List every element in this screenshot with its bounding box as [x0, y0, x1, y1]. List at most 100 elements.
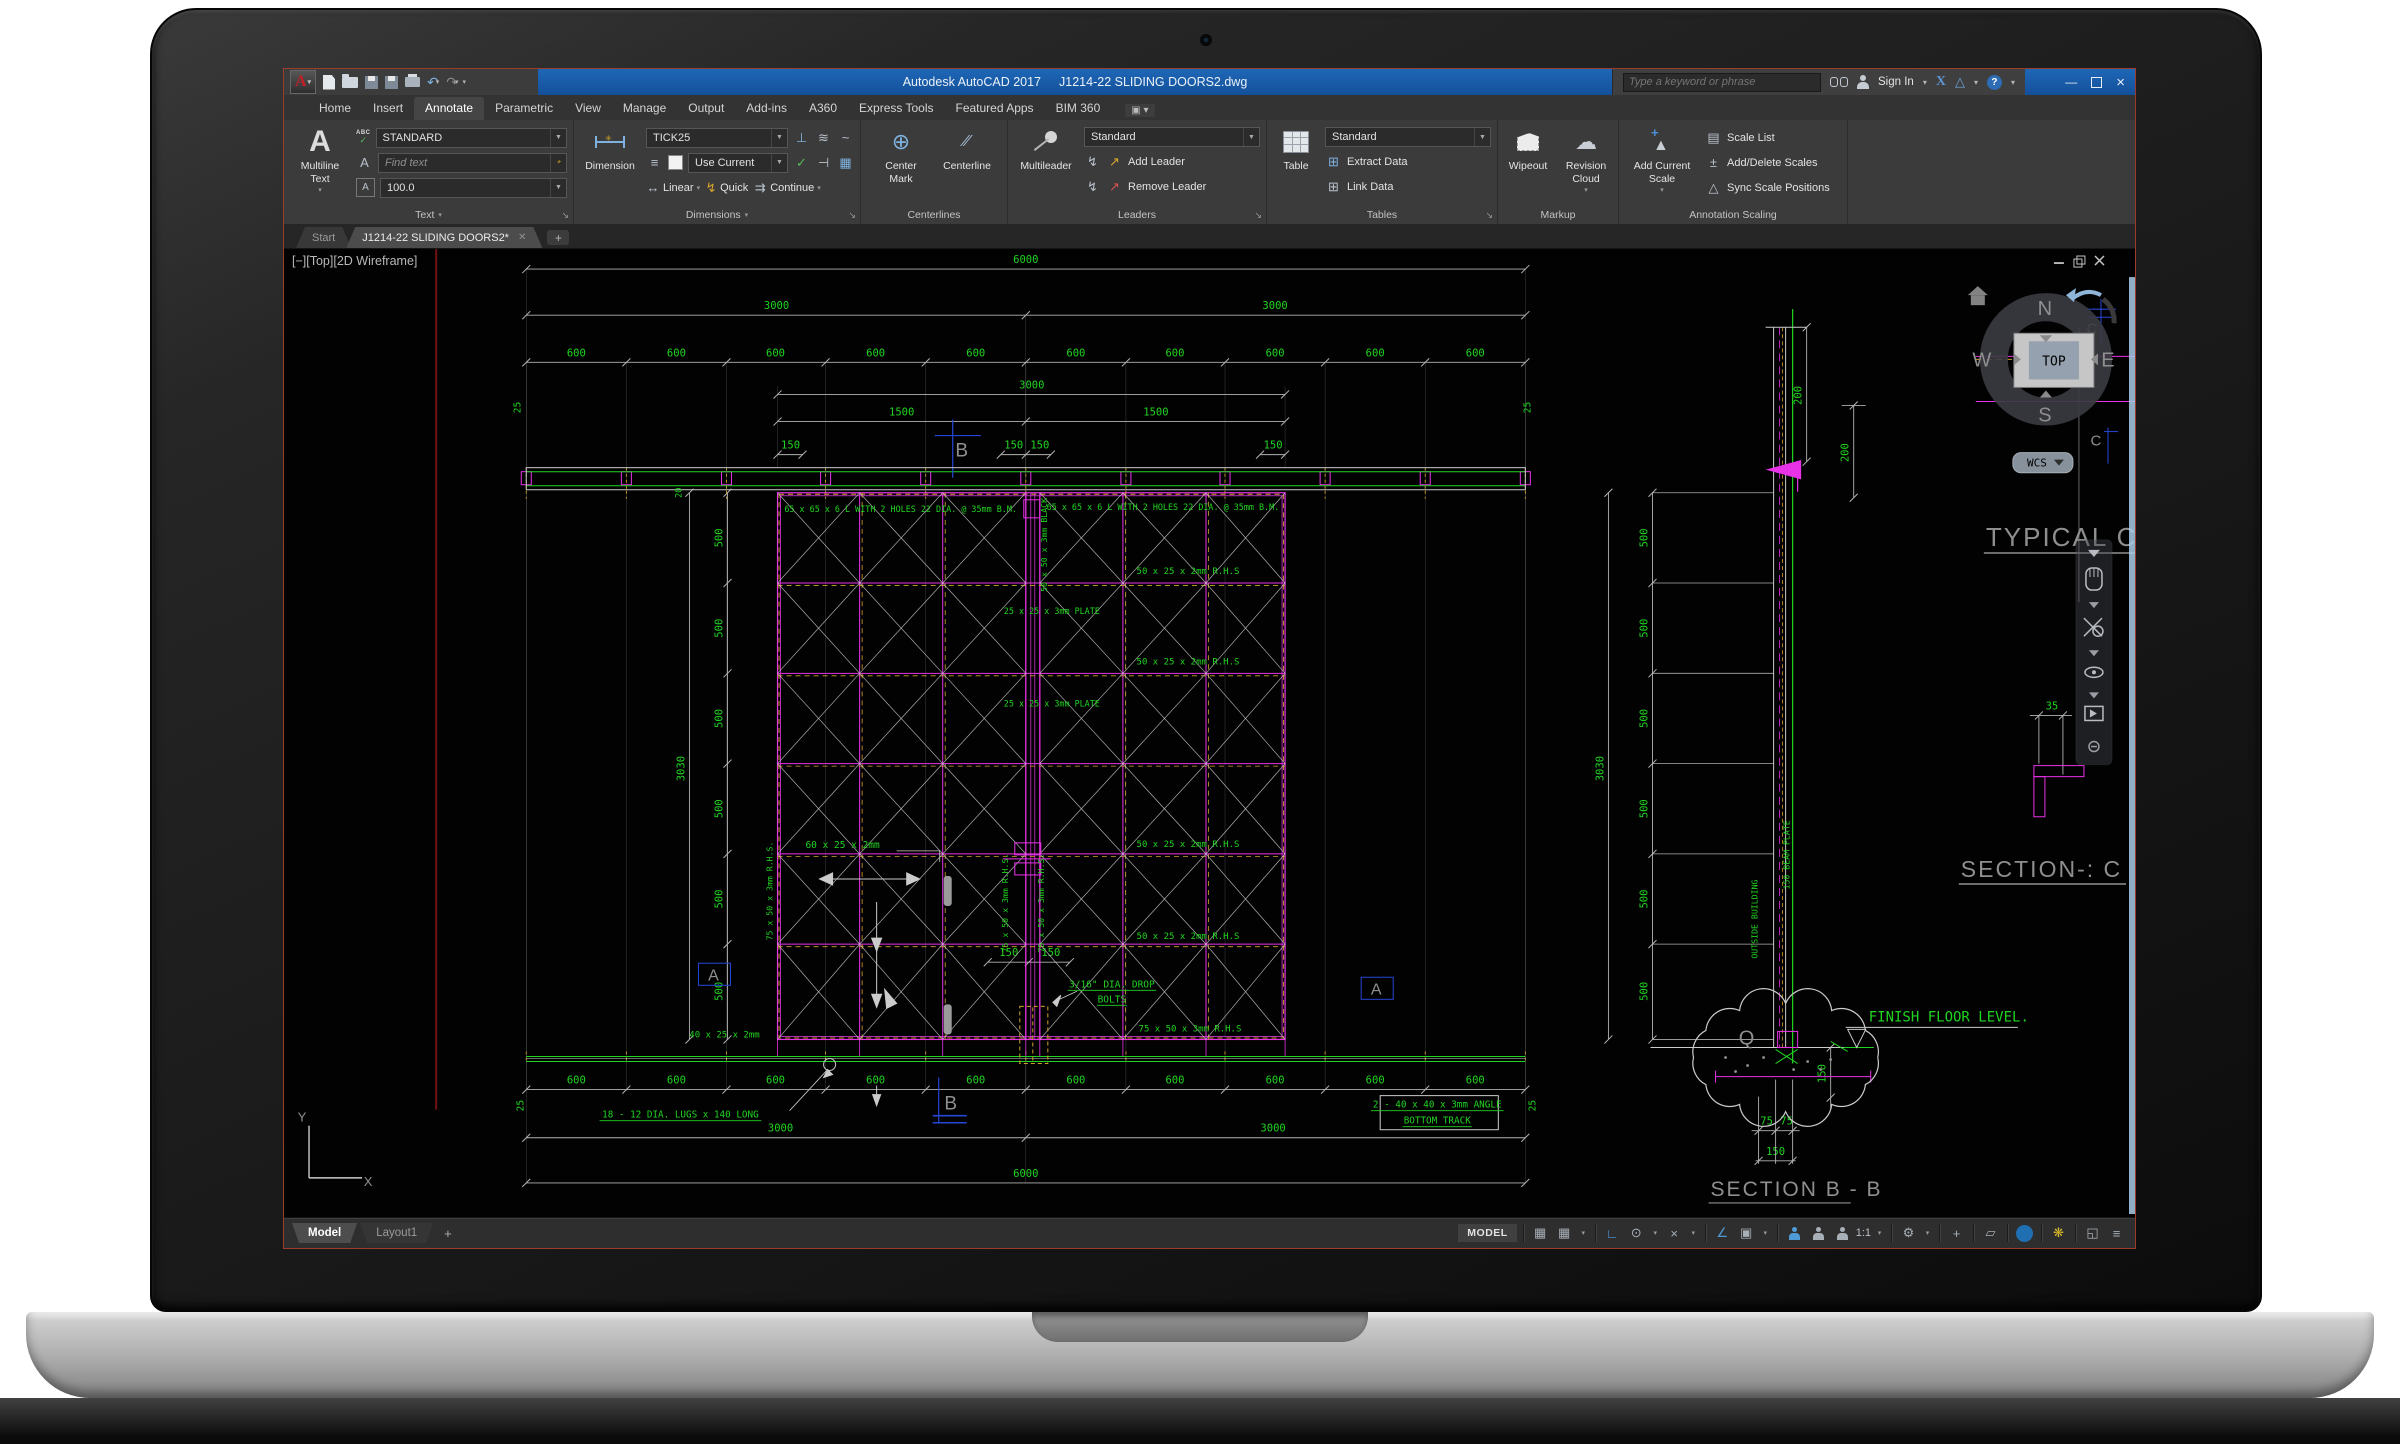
layout1-tab[interactable]: Layout1: [360, 1223, 433, 1243]
leader-collect-icon[interactable]: ↯: [1084, 153, 1101, 170]
grid-dropdown-icon[interactable]: ▾: [1578, 1223, 1589, 1244]
model-tab[interactable]: Model: [292, 1223, 357, 1243]
help-icon[interactable]: ?: [1986, 74, 2002, 90]
tab-addins[interactable]: Add-ins: [735, 97, 798, 120]
object-snap-icon[interactable]: ∠: [1712, 1223, 1733, 1244]
plot-icon[interactable]: [405, 73, 420, 91]
revision-cloud-button[interactable]: ☁ Revision Cloud ▾: [1560, 124, 1612, 205]
leaders-panel-caption[interactable]: Leaders ↘: [1008, 205, 1266, 224]
workspace-gear-icon[interactable]: ⚙: [1898, 1223, 1919, 1244]
osnap-dropdown-icon[interactable]: ▾: [1760, 1223, 1771, 1244]
continue-dim-button[interactable]: ⇉ Continue ▾: [753, 179, 821, 196]
table-style-combo[interactable]: Standard ▼: [1325, 127, 1491, 147]
scale-list-button[interactable]: ▤ Scale List: [1705, 127, 1841, 148]
multileader-button[interactable]: Multileader: [1014, 124, 1078, 205]
tables-panel-caption[interactable]: Tables ↘: [1267, 205, 1497, 224]
remove-leader-button[interactable]: ↯ ↗ Remove Leader: [1084, 176, 1260, 197]
spell-check-icon[interactable]: ABC ✓: [356, 130, 371, 145]
add-current-scale-button[interactable]: Add Current Scale▾: [1625, 124, 1699, 205]
dim-reassociate-icon[interactable]: ⊣: [815, 154, 832, 171]
autoscale-icon[interactable]: [1808, 1223, 1829, 1244]
link-data-button[interactable]: ⊞ Link Data: [1325, 176, 1491, 197]
model-space-badge[interactable]: MODEL: [1458, 1224, 1517, 1242]
dim-update-icon[interactable]: ✓: [793, 154, 810, 171]
text-panel-caption[interactable]: Text ▾ ↘: [284, 205, 573, 224]
tab-home[interactable]: Home: [308, 97, 362, 120]
annotation-scale-value[interactable]: 1:1 ▾: [1856, 1223, 1885, 1244]
ortho-mode-icon[interactable]: ∟: [1602, 1223, 1623, 1244]
dimensions-panel-caption[interactable]: Dimensions ▾ ↘: [574, 205, 860, 224]
mleader-style-combo[interactable]: Standard ▼: [1084, 127, 1260, 147]
text-style-combo[interactable]: STANDARD ▼: [375, 127, 567, 148]
annotation-monitor-icon[interactable]: +: [1946, 1223, 1967, 1244]
file-tab-close-icon[interactable]: ✕: [518, 232, 526, 243]
annotation-visibility-icon[interactable]: [1784, 1223, 1805, 1244]
a360-icon[interactable]: △: [1955, 74, 1965, 90]
restore-button[interactable]: [2091, 76, 2103, 88]
dim-override-icon[interactable]: ▦: [837, 154, 854, 171]
cad-canvas[interactable]: 6000 3000 3000 600 600 600 600 600 600 600 600 600 6…: [284, 249, 2135, 1217]
tab-view[interactable]: View: [564, 97, 612, 120]
tab-annotate[interactable]: Annotate: [414, 97, 485, 120]
table-button[interactable]: Table: [1273, 124, 1319, 205]
text-align-icon[interactable]: A: [356, 154, 373, 171]
redo-icon[interactable]: ↷ ▾: [446, 73, 458, 91]
center-mark-button[interactable]: ⊕ Center Mark: [873, 124, 929, 205]
a360-dropdown-icon[interactable]: ▾: [1974, 78, 1978, 87]
dim-jog-line-icon[interactable]: ~: [837, 129, 854, 146]
dim-layer-combo[interactable]: Use Current ▼: [688, 152, 788, 173]
polar-dropdown-icon[interactable]: ▾: [1650, 1223, 1661, 1244]
clean-screen-icon[interactable]: ◱: [2082, 1223, 2103, 1244]
snap-grid-icon[interactable]: ▦: [1530, 1223, 1551, 1244]
new-icon[interactable]: [323, 73, 335, 91]
find-text-input[interactable]: Find text ⌖: [378, 152, 567, 173]
leader-align-icon[interactable]: ↯: [1084, 178, 1101, 195]
tab-featured-apps[interactable]: Featured Apps: [945, 97, 1045, 120]
sign-in-button[interactable]: Sign In: [1878, 76, 1914, 88]
add-leader-button[interactable]: ↯ ↗ Add Leader: [1084, 151, 1260, 172]
tab-output[interactable]: Output: [677, 97, 735, 120]
extract-data-button[interactable]: ⊞ Extract Data: [1325, 151, 1491, 172]
drawing-viewport[interactable]: [−][Top][2D Wireframe] 6000 3000 3000 600 60…: [284, 249, 2135, 1217]
new-drawing-tab-button[interactable]: +: [547, 230, 570, 245]
close-button[interactable]: ×: [2116, 75, 2125, 90]
search-input[interactable]: [1623, 72, 1822, 92]
text-height-combo[interactable]: 100.0 ▼: [380, 177, 567, 198]
sync-scale-positions-button[interactable]: △ Sync Scale Positions: [1705, 177, 1841, 198]
tab-express-tools[interactable]: Express Tools: [848, 97, 944, 120]
undo-icon[interactable]: ↶ ▾: [427, 73, 439, 91]
text-height-icon[interactable]: A: [356, 178, 375, 197]
workspace-dropdown-icon[interactable]: ▾: [1922, 1223, 1933, 1244]
text-dialog-launcher[interactable]: ↘: [561, 210, 569, 221]
tab-manage[interactable]: Manage: [612, 97, 677, 120]
graphics-performance-icon[interactable]: [2016, 1224, 2033, 1242]
search-icon[interactable]: [1830, 77, 1849, 87]
add-delete-scales-button[interactable]: ± Add/Delete Scales: [1705, 152, 1841, 173]
linear-dim-button[interactable]: ↔ Linear ▾: [646, 179, 701, 196]
isodraft-icon[interactable]: ×: [1664, 1223, 1685, 1244]
dim-layer-icon[interactable]: ≡: [646, 154, 663, 171]
grid-display-icon[interactable]: ▦: [1554, 1223, 1575, 1244]
dim-style-combo[interactable]: TICK25 ▼: [646, 127, 788, 148]
dim-adjust-space-icon[interactable]: ≋: [815, 129, 832, 146]
help-dropdown-icon[interactable]: ▾: [2011, 78, 2015, 87]
annotation-scale-icon[interactable]: [1832, 1223, 1853, 1244]
customization-icon[interactable]: ≡: [2106, 1223, 2127, 1244]
autocad-logo[interactable]: A ▾: [290, 70, 316, 94]
snap-square-icon[interactable]: ▣: [1736, 1223, 1757, 1244]
tab-bim360[interactable]: BIM 360: [1045, 97, 1112, 120]
find-icon[interactable]: ⌖: [550, 153, 566, 172]
quick-dim-button[interactable]: ↯ Quick: [705, 179, 749, 196]
wipeout-button[interactable]: Wipeout: [1504, 124, 1552, 205]
centerline-button[interactable]: ∕∕ Centerline: [939, 124, 995, 205]
tables-dialog-launcher[interactable]: ↘: [1485, 210, 1493, 221]
trusted-autodesk-icon[interactable]: ❋: [2048, 1223, 2069, 1244]
new-layout-button[interactable]: +: [436, 1226, 460, 1241]
leaders-dialog-launcher[interactable]: ↘: [1254, 210, 1262, 221]
tab-parametric[interactable]: Parametric: [484, 97, 564, 120]
annotation-scaling-panel-caption[interactable]: Annotation Scaling: [1619, 205, 1847, 224]
quick-properties-icon[interactable]: ▱: [1980, 1223, 2001, 1244]
open-icon[interactable]: [342, 73, 358, 91]
exchange-apps-icon[interactable]: X: [1936, 74, 1946, 90]
save-icon[interactable]: [365, 73, 378, 91]
